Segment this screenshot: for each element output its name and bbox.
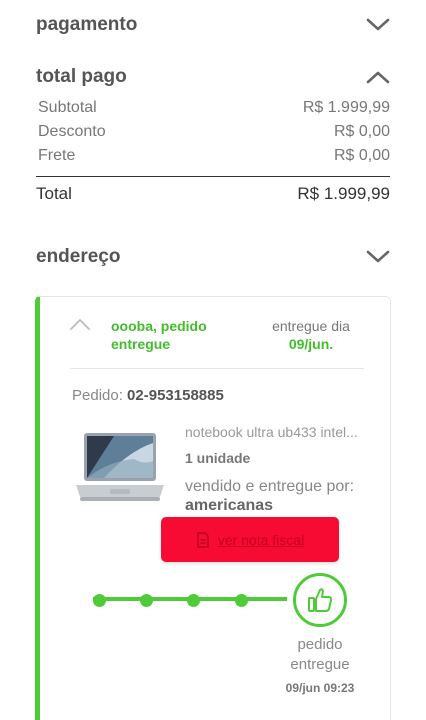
timeline-step xyxy=(187,594,200,607)
total-label: Total xyxy=(36,184,72,203)
timeline-step xyxy=(140,594,153,607)
invoice-button[interactable]: ver nota fiscal xyxy=(161,517,339,562)
summary-label: Desconto xyxy=(38,123,106,140)
order-number-row: Pedido: 02-953158885 xyxy=(72,387,224,404)
invoice-button-label: ver nota fiscal xyxy=(217,531,305,548)
order-card: oooba, pedido entregue entregue dia 09/j… xyxy=(35,296,391,720)
delivered-label: entregue dia xyxy=(272,318,350,334)
thumbs-up-icon xyxy=(293,573,347,627)
order-status: oooba, pedido entregue xyxy=(111,318,207,352)
summary-row-shipping: Frete R$ 0,00 xyxy=(38,147,390,165)
section-title-payment: pagamento xyxy=(36,14,138,35)
summary-label: Frete xyxy=(38,147,76,164)
section-title-total: total pago xyxy=(36,66,127,87)
section-title-address: endereço xyxy=(36,246,121,267)
chevron-up-icon[interactable] xyxy=(70,317,90,330)
chevron-down-icon[interactable] xyxy=(366,18,390,32)
timeline-step xyxy=(93,594,106,607)
delivery-info: entregue dia 09/jun. xyxy=(266,317,356,353)
timeline-step xyxy=(235,594,248,607)
product-image[interactable] xyxy=(74,431,166,509)
summary-total-row: Total R$ 1.999,99 xyxy=(36,184,390,204)
seller-name: americanas xyxy=(185,497,274,514)
delivered-date: 09/jun. xyxy=(288,336,334,352)
section-payment-header[interactable]: pagamento xyxy=(36,14,390,36)
summary-divider xyxy=(36,176,390,177)
order-label: Pedido: xyxy=(72,387,123,404)
section-total-header[interactable]: total pago xyxy=(36,66,390,88)
summary-value: R$ 0,00 xyxy=(333,147,390,164)
seller-label: vendido e entregue por: xyxy=(185,478,355,495)
total-value: R$ 1.999,99 xyxy=(297,184,390,203)
summary-value: R$ 0,00 xyxy=(333,123,390,140)
product-name[interactable]: notebook ultra ub433 intel... xyxy=(185,424,358,440)
chevron-up-icon[interactable] xyxy=(366,70,390,84)
product-quantity: 1 unidade xyxy=(185,450,251,466)
summary-row-subtotal: Subtotal R$ 1.999,99 xyxy=(38,99,390,117)
section-address-header[interactable]: endereço xyxy=(36,246,390,268)
timeline-final-time: 09/jun 09:23 xyxy=(285,681,355,695)
summary-value: R$ 1.999,99 xyxy=(302,99,390,116)
summary-label: Subtotal xyxy=(38,99,97,116)
timeline-final-label: pedido entregue xyxy=(290,636,350,673)
card-divider xyxy=(70,368,364,369)
document-icon xyxy=(196,531,210,548)
chevron-down-icon[interactable] xyxy=(366,250,390,264)
summary-row-discount: Desconto R$ 0,00 xyxy=(38,123,390,141)
order-number[interactable]: 02-953158885 xyxy=(127,387,224,404)
